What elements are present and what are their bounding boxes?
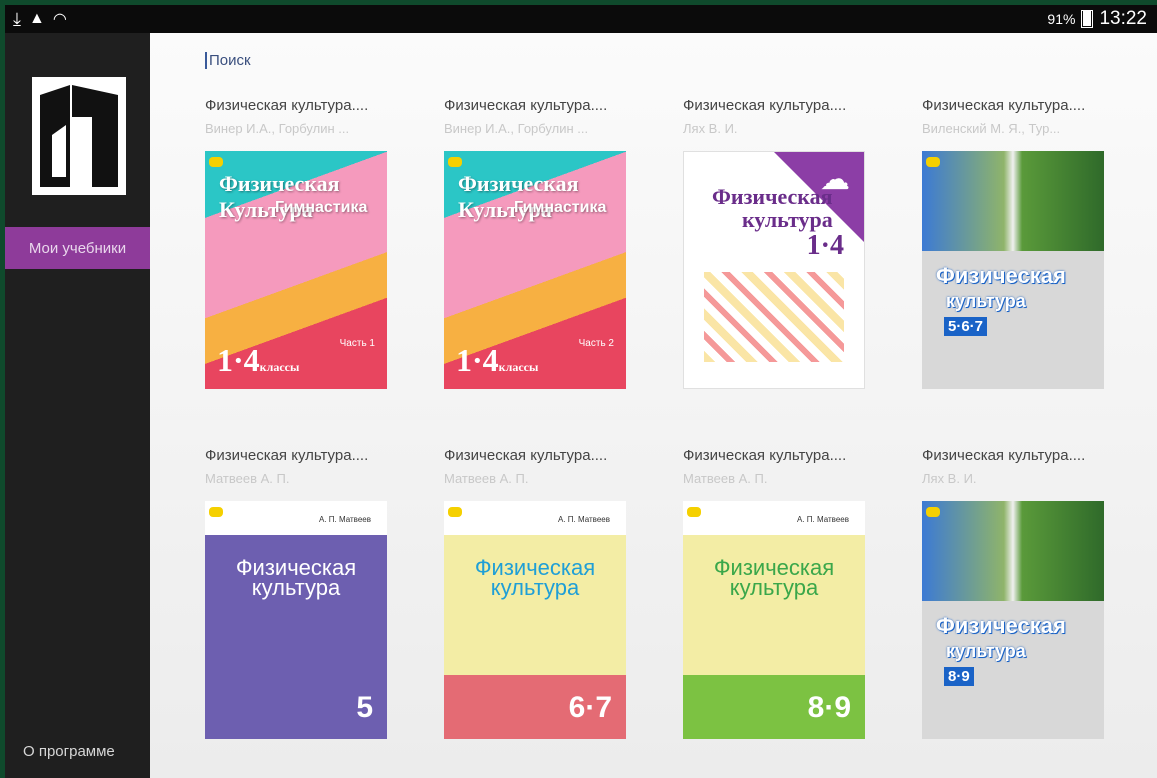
cover-grade: 1·4классы — [217, 342, 300, 378]
publisher-badge — [926, 507, 940, 517]
book-title: Физическая культура.... — [444, 447, 608, 464]
book-card[interactable]: Физическая культура.... Винер И.А., Горбу… — [205, 97, 405, 389]
search-input[interactable]: Поиск — [205, 52, 251, 69]
cover-grade: 8·9 — [944, 667, 974, 686]
publisher-badge — [209, 157, 223, 167]
book-card[interactable]: Физическая культура.... Лях В. И. ☁ Физичес… — [683, 97, 883, 389]
book-cover[interactable]: А. П. Матвеев Физическая культура 6·7 — [444, 501, 626, 739]
cover-subtitle: культура — [490, 575, 580, 600]
book-author: Лях В. И. — [683, 121, 738, 136]
cover-part: Часть 1 — [339, 338, 375, 349]
book-cover[interactable]: А. П. Матвеев Физическая культура 5 — [205, 501, 387, 739]
wifi-icon: ◠ — [52, 11, 67, 28]
book-title: Физическая культура.... — [922, 97, 1086, 114]
cover-subtitle: культура — [946, 641, 1026, 661]
book-cover[interactable]: ☁ Физическая культура 1·4 — [683, 151, 865, 389]
cover-subtitle: культура — [729, 575, 819, 600]
cover-grade: 5 — [356, 691, 373, 724]
app-frame: ⤓ ▲ ◠ 91% 13:22 Мои учебники О программе… — [5, 5, 1157, 778]
warning-icon: ▲ — [28, 10, 45, 27]
book-title: Физическая культура.... — [922, 447, 1086, 464]
sidebar: Мои учебники О программе — [5, 33, 150, 778]
nav-about[interactable]: О программе — [23, 743, 115, 760]
book-card[interactable]: Физическая культура.... Виленский М. Я., … — [922, 97, 1122, 389]
book-cover[interactable]: Физическая Культура Гимнастика 1·4классы Ча… — [444, 151, 626, 389]
cover-title: Физическая — [936, 613, 1066, 638]
cover-subtitle: Гимнастика — [275, 199, 368, 216]
battery-icon — [1081, 10, 1094, 28]
cover-author: А. П. Матвеев — [797, 515, 849, 524]
cover-grade: 1·4 — [806, 230, 844, 261]
book-author: Виленский М. Я., Тур... — [922, 121, 1061, 136]
book-card[interactable]: Физическая культура.... Винер И.А., Горбу… — [444, 97, 644, 389]
book-card[interactable]: Физическая культура.... Лях В. И. Физическ… — [922, 447, 1122, 739]
book-author: Матвеев А. П. — [683, 471, 768, 486]
clock: 13:22 — [1099, 8, 1147, 29]
book-author: Матвеев А. П. — [444, 471, 529, 486]
book-author: Винер И.А., Горбулин ... — [205, 121, 350, 136]
publisher-badge — [448, 157, 462, 167]
cover-grade-note: классы — [498, 360, 539, 374]
cover-author: А. П. Матвеев — [319, 515, 371, 524]
cover-author: А. П. Матвеев — [558, 515, 610, 524]
book-card[interactable]: Физическая культура.... Матвеев А. П. А. П… — [683, 447, 883, 739]
book-cover[interactable]: Физическая культура 5·6·7 — [922, 151, 1104, 389]
cover-subtitle: Гимнастика — [514, 199, 607, 216]
cover-subtitle: культура — [251, 575, 341, 600]
cover-photo — [922, 151, 1104, 251]
book-title: Физическая культура.... — [205, 97, 369, 114]
cover-grade: 8·9 — [807, 691, 851, 724]
cover-photo — [922, 501, 1104, 601]
book-card[interactable]: Физическая культура.... Матвеев А. П. А. П… — [205, 447, 405, 739]
cover-subtitle: культура — [946, 291, 1026, 311]
book-title: Физическая культура.... — [683, 97, 847, 114]
battery-percent: 91% — [1047, 11, 1076, 27]
book-author: Лях В. И. — [922, 471, 977, 486]
nav-my-textbooks[interactable]: Мои учебники — [5, 227, 150, 269]
cover-grade: 1·4классы — [456, 342, 539, 378]
book-author: Матвеев А. П. — [205, 471, 290, 486]
book-card[interactable]: Физическая культура.... Матвеев А. П. А. П… — [444, 447, 644, 739]
publisher-badge — [209, 507, 223, 517]
status-bar: ⤓ ▲ ◠ 91% 13:22 — [5, 5, 1157, 33]
cover-illustration — [704, 272, 844, 362]
book-title: Физическая культура.... — [205, 447, 369, 464]
book-cover[interactable]: Физическая Культура Гимнастика 1·4классы Ча… — [205, 151, 387, 389]
book-title: Физическая культура.... — [683, 447, 847, 464]
download-icon: ⤓ — [13, 8, 21, 29]
publisher-badge — [687, 507, 701, 517]
book-title: Физическая культура.... — [444, 97, 608, 114]
cover-grade: 5·6·7 — [944, 317, 988, 336]
publisher-badge — [448, 507, 462, 517]
publisher-badge — [926, 157, 940, 167]
library-content: Поиск Физическая культура.... Винер И.А.,… — [150, 33, 1157, 778]
cover-title: Физическая — [936, 263, 1066, 288]
cover-grade: 6·7 — [568, 691, 612, 724]
publisher-logo — [32, 77, 126, 195]
book-cover[interactable]: Физическая культура 8·9 — [922, 501, 1104, 739]
cover-part: Часть 2 — [578, 338, 614, 349]
cover-grade-note: классы — [259, 360, 300, 374]
book-author: Винер И.А., Горбулин ... — [444, 121, 589, 136]
book-cover[interactable]: А. П. Матвеев Физическая культура 8·9 — [683, 501, 865, 739]
